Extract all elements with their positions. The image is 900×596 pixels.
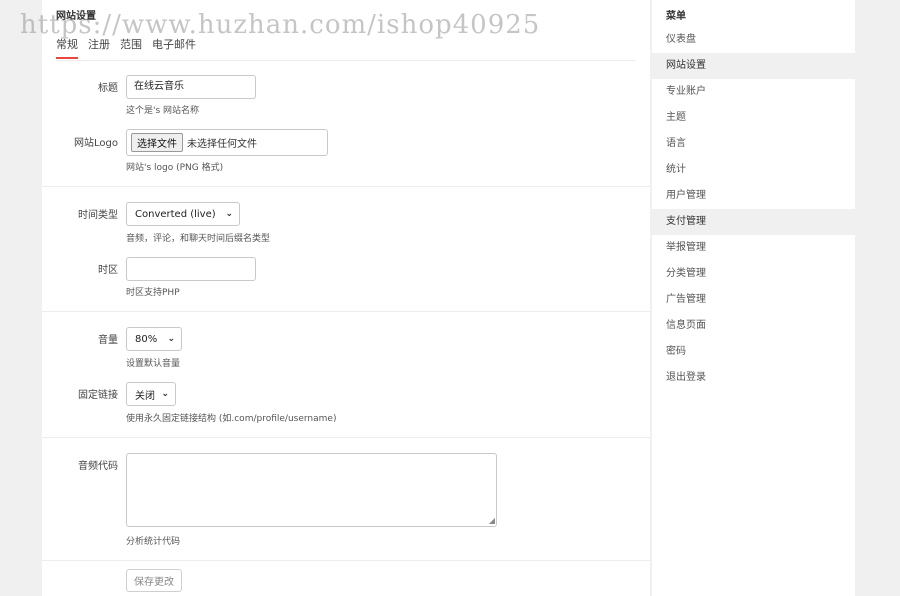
menu-title: 菜单	[666, 11, 686, 22]
audio-code-hint: 分析统计代码	[126, 537, 181, 547]
logo-label: 网站Logo	[74, 138, 118, 149]
tab-general[interactable]: 常规	[56, 36, 78, 59]
permalink-hint: 使用永久固定链接结构 (如.com/profile/username)	[126, 414, 337, 424]
sidebar-item-logout[interactable]: 退出登录	[652, 365, 855, 391]
section-divider	[42, 437, 650, 438]
permalink-label: 固定链接	[78, 390, 118, 401]
file-status: 未选择任何文件	[187, 139, 257, 150]
audio-code-textarea[interactable]: ◢	[126, 453, 497, 527]
chevron-down-icon: ⌄	[167, 334, 175, 344]
section-divider	[42, 560, 650, 561]
chevron-down-icon: ⌄	[225, 209, 233, 219]
volume-select[interactable]: 80% ⌄	[126, 327, 182, 351]
choose-file-button[interactable]: 选择文件	[131, 133, 183, 152]
timezone-hint: 时区支持PHP	[126, 288, 180, 298]
logo-file-input[interactable]: 选择文件 未选择任何文件	[126, 129, 328, 156]
sidebar-item-info-pages[interactable]: 信息页面	[652, 313, 855, 339]
tab-email[interactable]: 电子邮件	[152, 36, 196, 52]
volume-value: 80%	[135, 333, 158, 345]
sidebar-item-categories[interactable]: 分类管理	[652, 261, 855, 287]
resize-handle-icon[interactable]: ◢	[489, 517, 495, 525]
settings-tabs: 常规 注册 范围 电子邮件	[56, 36, 196, 59]
chevron-down-icon: ⌄	[161, 389, 169, 399]
time-type-hint: 音频，评论，和聊天时间后缀名类型	[126, 234, 271, 244]
sidebar-item-reports[interactable]: 举报管理	[652, 235, 855, 261]
volume-label: 音量	[98, 335, 118, 346]
permalink-select[interactable]: 关闭 ⌄	[126, 382, 176, 406]
title-hint: 这个是's 网站名称	[126, 106, 200, 116]
sidebar-item-site-settings[interactable]: 网站设置	[652, 53, 855, 79]
title-input[interactable]: 在线云音乐	[126, 75, 256, 99]
sidebar-item-languages[interactable]: 语言	[652, 131, 855, 157]
sidebar-item-payments[interactable]: 支付管理	[652, 209, 855, 235]
time-type-select[interactable]: Converted (live) ⌄	[126, 202, 240, 226]
sidebar-item-stats[interactable]: 统计	[652, 157, 855, 183]
timezone-label: 时区	[98, 265, 118, 276]
sidebar-item-pro-accounts[interactable]: 专业账户	[652, 79, 855, 105]
sidebar-item-dashboard[interactable]: 仪表盘	[652, 27, 855, 53]
section-divider	[42, 186, 650, 187]
sidebar-item-password[interactable]: 密码	[652, 339, 855, 365]
audio-code-label: 音频代码	[78, 461, 118, 472]
sidebar-item-themes[interactable]: 主题	[652, 105, 855, 131]
tab-scope[interactable]: 范围	[120, 36, 142, 52]
tab-registration[interactable]: 注册	[88, 36, 110, 52]
section-divider	[42, 311, 650, 312]
sidebar-item-ads[interactable]: 广告管理	[652, 287, 855, 313]
tabs-divider	[56, 60, 636, 61]
permalink-value: 关闭	[135, 390, 155, 402]
page-title: 网站设置	[56, 11, 96, 22]
timezone-input[interactable]	[126, 257, 256, 281]
volume-hint: 设置默认音量	[126, 359, 181, 369]
sidebar-item-users[interactable]: 用户管理	[652, 183, 855, 209]
settings-panel: 网站设置 常规 注册 范围 电子邮件 标题 在线云音乐 这个是's 网站名称 网…	[42, 0, 650, 596]
sidebar-menu: 菜单 仪表盘 网站设置 专业账户 主题 语言 统计 用户管理 支付管理 举报管理…	[652, 0, 855, 596]
save-changes-button[interactable]: 保存更改	[126, 569, 182, 592]
title-label: 标题	[98, 83, 118, 94]
logo-hint: 网站's logo (PNG 格式)	[126, 163, 224, 173]
time-type-value: Converted (live)	[135, 208, 216, 220]
time-type-label: 时间类型	[78, 210, 118, 221]
